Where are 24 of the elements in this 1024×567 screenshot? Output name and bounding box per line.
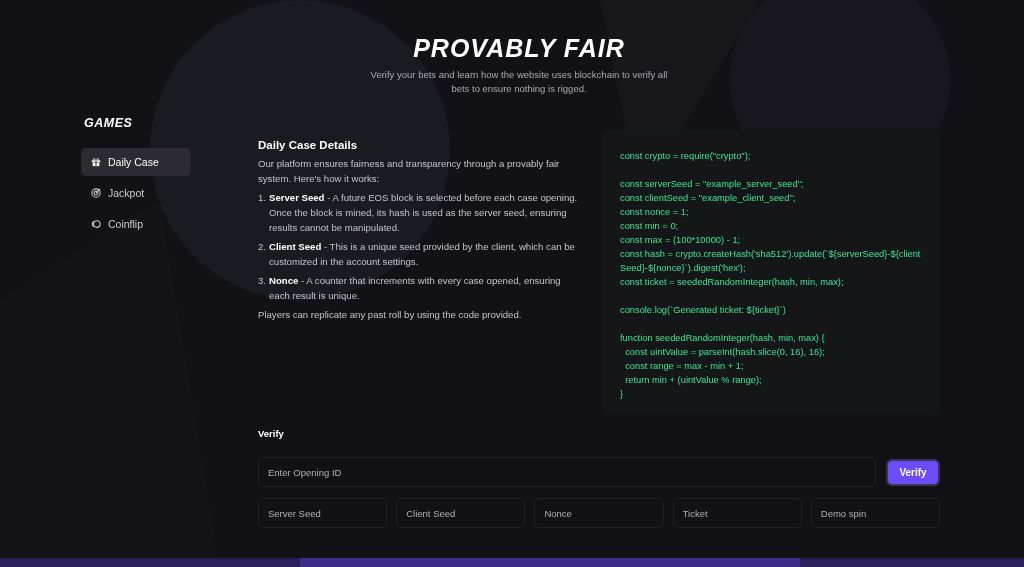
section-title: Daily Case Details bbox=[258, 139, 359, 151]
list-item: 3. Nonce - A counter that increments with every case opened, ensuring each result is unique. bbox=[258, 274, 562, 303]
page-title: PROVABLY FAIR bbox=[413, 34, 625, 62]
outro-text: Players can replicate any past roll by using the code provided. bbox=[258, 308, 523, 322]
output-field[interactable]: Client Seed bbox=[396, 498, 526, 528]
verify-button[interactable]: Verify bbox=[886, 458, 940, 486]
output-field[interactable]: Nonce bbox=[534, 498, 664, 528]
code-block: const crypto = require("crypto"); const serverSeed = "example_server_seed"; const clientSeed = "example_client_seed"; const nonce = 1; const min = 0; const max = (100*10000) - 1; const hash = crypto.createHash('sha512').update(`${serverSeed}-${clientSeed}-${nonce}`).digest('hex'); const ticket = seededRandomInteger(hash, min, max); console.log(`Generated ticket: ${ticket}`) function seededRandomInteger(hash, min, max) { const uintValue = parseInt(hash.slice(0, 16), 16); const range = max - min + 1; return min + (uintValue % range); } bbox=[603, 130, 940, 415]
opening-id-field[interactable]: Enter Opening ID bbox=[258, 457, 876, 487]
output-field[interactable]: Ticket bbox=[672, 498, 802, 528]
coin-icon bbox=[91, 219, 101, 229]
section-title: Verify bbox=[258, 428, 285, 439]
sidebar-title: GAMES bbox=[84, 116, 133, 130]
gift-icon bbox=[91, 157, 101, 167]
sidebar-item[interactable]: Coinflip bbox=[81, 210, 191, 238]
output-field[interactable]: Demo spin bbox=[810, 498, 940, 528]
list-item: 2. Client Seed - This is a unique seed provided by the client, which can be customized in the account settings. bbox=[258, 240, 576, 269]
sidebar-item[interactable]: Jackpot bbox=[81, 179, 191, 207]
page-subtitle: Verify your bets and learn how the website uses blockchain to verify all bets to ensure nothing is rigged. bbox=[369, 68, 669, 96]
sidebar-item[interactable]: Daily Case bbox=[81, 148, 191, 176]
intro-text: Our platform ensures fairness and transparency through a provably fair system. Here's how it works: bbox=[258, 157, 561, 186]
target-icon bbox=[91, 188, 101, 198]
output-field[interactable]: Server Seed bbox=[258, 498, 388, 528]
list-item: 1. Server Seed - A future EOS block is selected before each case opening. Once the block is mined, its hash is used as the server seed, ensuring results cannot be manipulated. bbox=[258, 191, 579, 235]
